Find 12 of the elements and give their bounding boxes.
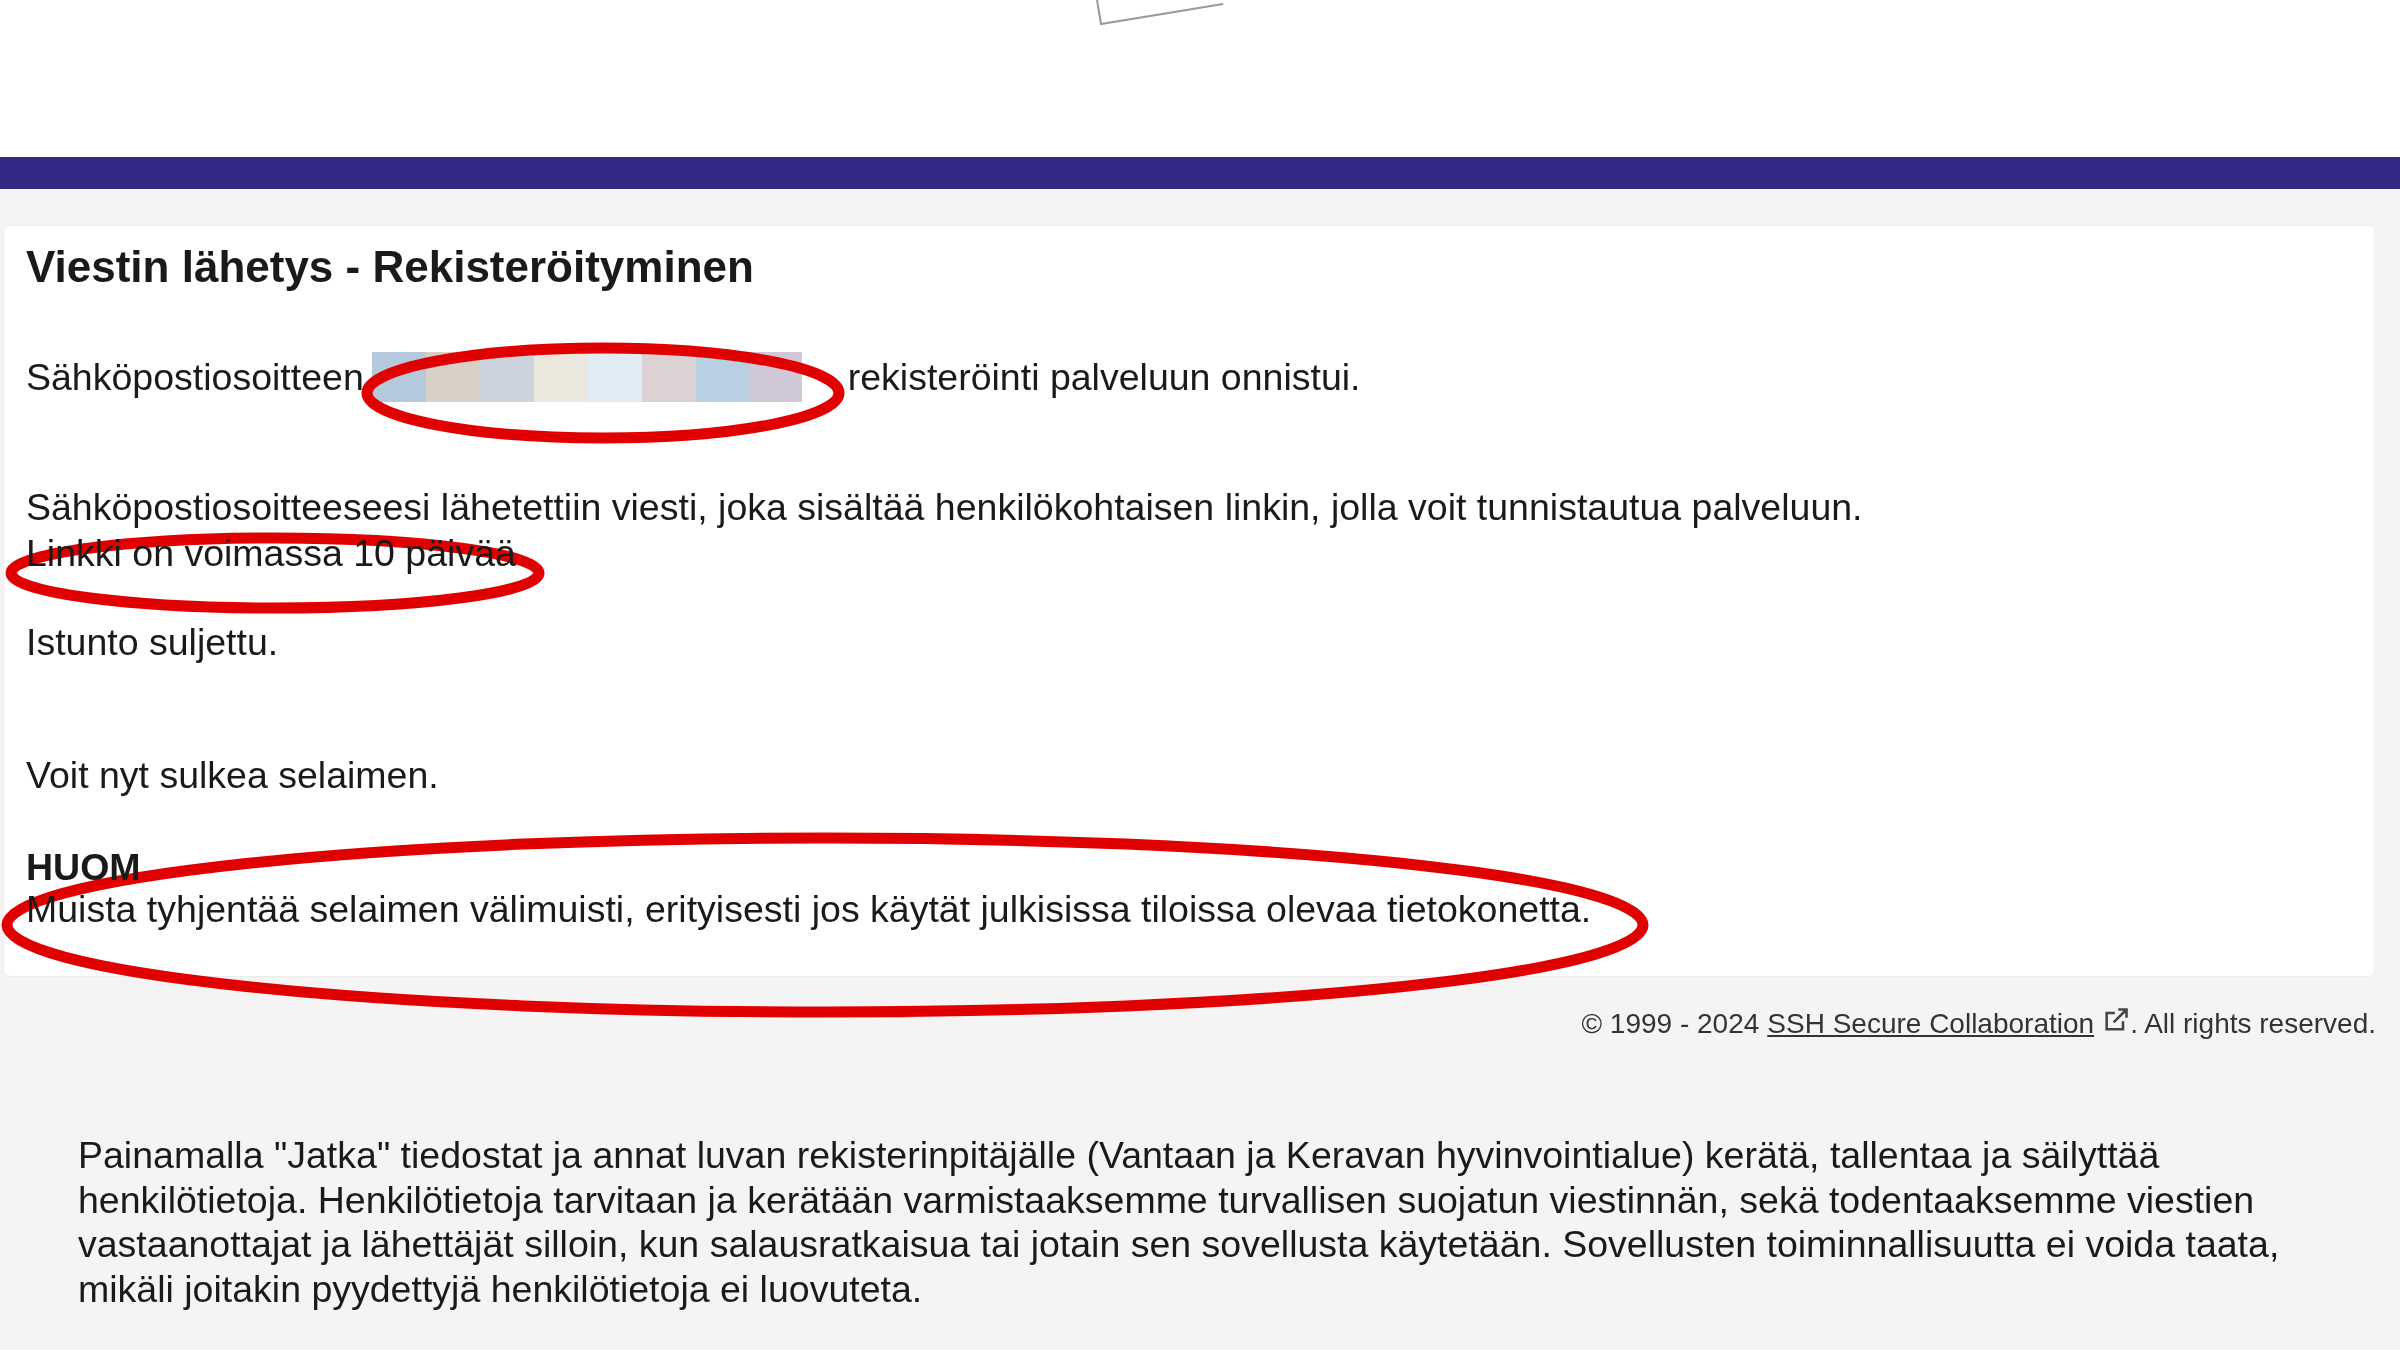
consent-text: Painamalla "Jatka" tiedostat ja annat luvan rekisterinpitäjälle (Vantaan ja Keravan hyvinvointialue) kerätä, tallentaa ja säilyttää henkilötietoja. Henkilötietoja tarvitaan ja kerätään varmistaaksemme turvallisen suojatun viestinnän, sekä todentaaksemme viestien vastaanottajat ja lähettäjät silloin, kun salausratkaisua tai jotain sen sovellusta käytetään. Sovellusten toiminnallisuutta ei voida taata, mikäli joitakin pyydettyjä henkilötietoja ei luovuteta.: [78, 1133, 2281, 1311]
note-text: Muista tyhjentää selaimen välimuisti, erityisesti jos käytät julkisissa tiloissa olevaa tietokonetta.: [26, 887, 1592, 932]
footer-link[interactable]: SSH Secure Collaboration: [1767, 1003, 2095, 1045]
note-heading: HUOM: [26, 845, 141, 890]
copyright-text: © 1999 - 2024: [1581, 1007, 1760, 1041]
close-browser-text: Voit nyt sulkea selaimen.: [26, 753, 439, 798]
registration-text: rekisteröinti palveluun onnistui.: [847, 355, 1361, 400]
session-text: Istunto suljettu.: [26, 620, 279, 665]
page-title: Viestin lähetys - Rekisteröityminen: [26, 242, 754, 292]
registration-text: Sähköpostiosoitteen: [26, 355, 364, 400]
message-text: Sähköpostiosoitteeseesi lähetettiin viesti, joka sisältää henkilökohtaisen linkin, jolla voit tunnistautua palveluun.: [26, 485, 1863, 530]
rights-text: . All rights reserved.: [2130, 1007, 2376, 1041]
